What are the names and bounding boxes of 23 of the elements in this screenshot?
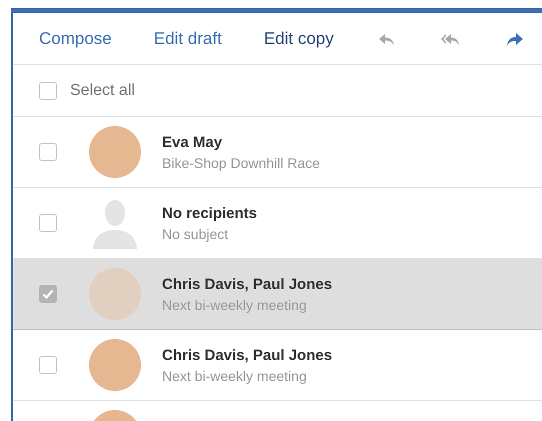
- checkmark-icon: [42, 288, 54, 300]
- message-subject: Bike-Shop Downhill Race: [162, 154, 320, 172]
- checkbox[interactable]: [39, 214, 57, 232]
- sender-name: Chris Davis, Paul Jones: [162, 274, 332, 294]
- message-row[interactable]: Chris Davis, Paul Jones Next bi-weekly meeting: [13, 259, 542, 330]
- sender-name: No recipients: [162, 204, 258, 224]
- checkbox[interactable]: [39, 285, 57, 303]
- sender-name: Chris Davis, Paul Jones: [162, 346, 332, 366]
- checkbox[interactable]: [39, 356, 57, 374]
- avatar-placeholder: [89, 268, 141, 320]
- toolbar-action[interactable]: Edit draft: [154, 26, 222, 52]
- sender-name: Eva May: [162, 132, 224, 152]
- avatar-placeholder: [89, 126, 141, 178]
- checkbox[interactable]: [39, 143, 57, 161]
- checkbox[interactable]: [39, 82, 57, 100]
- message-subject: Next bi-weekly meeting: [162, 366, 308, 386]
- avatar-silhouette-icon: [91, 197, 139, 249]
- toolbar-action[interactable]: Edit copy: [264, 26, 334, 52]
- message-subject: Next bi-weekly meeting: [162, 296, 308, 314]
- avatar-placeholder: [89, 339, 141, 391]
- message-subject: No subject: [162, 224, 230, 244]
- toolbar-action[interactable]: Compose: [39, 26, 112, 52]
- select-all-label[interactable]: Select all: [70, 78, 135, 102]
